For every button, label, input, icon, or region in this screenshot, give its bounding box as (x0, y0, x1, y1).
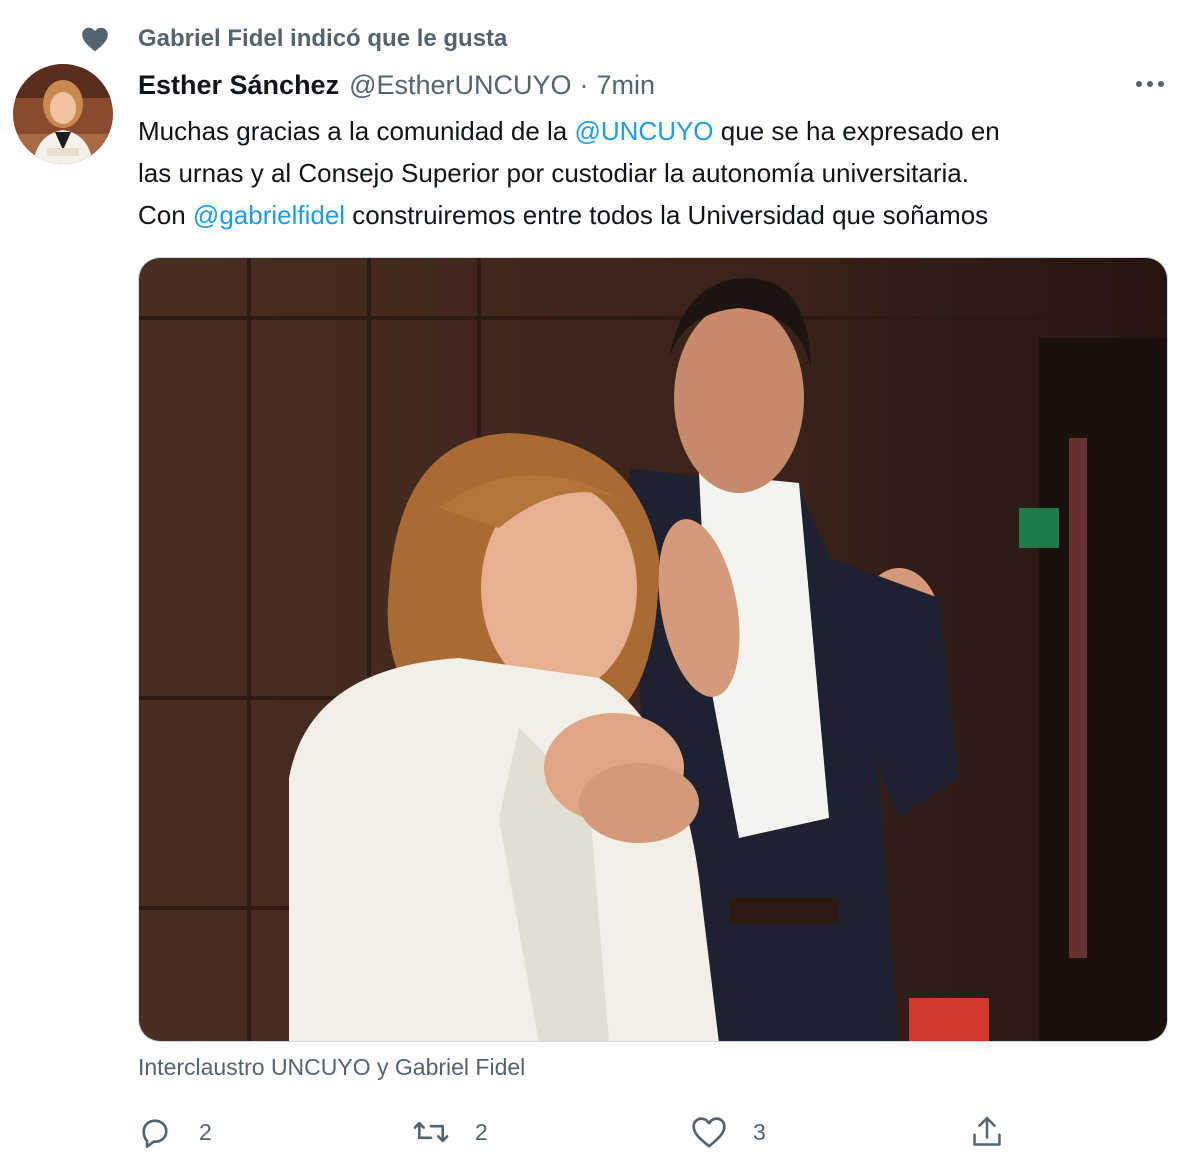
author-name[interactable]: Esther Sánchez (138, 70, 339, 101)
reply-count: 2 (199, 1118, 212, 1145)
action-bar: 2 2 3 (0, 1110, 1200, 1154)
share-button[interactable] (968, 1110, 1006, 1154)
retweet-count: 2 (475, 1118, 488, 1145)
tweet-timestamp[interactable]: 7min (597, 70, 656, 101)
text-segment: Muchas gracias a la comunidad de la (138, 116, 575, 146)
mention-uncuyo[interactable]: @UNCUYO (574, 116, 713, 146)
retweet-icon (412, 1113, 450, 1151)
text-segment: Con (138, 200, 193, 230)
tweet-header: Esther Sánchez @EstherUNCUYO · 7min (138, 66, 655, 104)
like-count: 3 (753, 1118, 766, 1145)
heart-icon (80, 24, 110, 54)
tweet-text-line-1: Muchas gracias a la comunidad de la @UNC… (138, 110, 1178, 152)
tweet-text: Muchas gracias a la comunidad de la @UNC… (138, 110, 1178, 236)
media-caption[interactable]: Interclaustro UNCUYO y Gabriel Fidel (138, 1054, 525, 1081)
mention-gabrielfidel[interactable]: @gabrielfidel (193, 200, 345, 230)
more-options-icon[interactable] (1128, 66, 1172, 102)
like-button[interactable]: 3 (690, 1110, 766, 1154)
reply-icon (136, 1113, 174, 1151)
tweet-photo[interactable] (138, 257, 1168, 1042)
social-context: Gabriel Fidel indicó que le gusta (80, 22, 507, 56)
header-separator: · (579, 69, 589, 100)
tweet[interactable]: Gabriel Fidel indicó que le gusta Esther… (0, 0, 1200, 1155)
author-handle[interactable]: @EstherUNCUYO (349, 70, 571, 101)
reply-button[interactable]: 2 (136, 1110, 212, 1154)
tweet-text-line-3: Con @gabrielfidel construiremos entre to… (138, 194, 1178, 236)
avatar[interactable] (13, 64, 113, 164)
tweet-text-line-2: las urnas y al Consejo Superior por cust… (138, 158, 969, 188)
text-segment: construiremos entre todos la Universidad… (345, 200, 989, 230)
social-context-text[interactable]: Gabriel Fidel indicó que le gusta (138, 25, 507, 53)
share-icon (968, 1113, 1006, 1151)
heart-outline-icon (690, 1113, 728, 1151)
text-segment: que se ha expresado en (713, 116, 1000, 146)
retweet-button[interactable]: 2 (412, 1110, 488, 1154)
